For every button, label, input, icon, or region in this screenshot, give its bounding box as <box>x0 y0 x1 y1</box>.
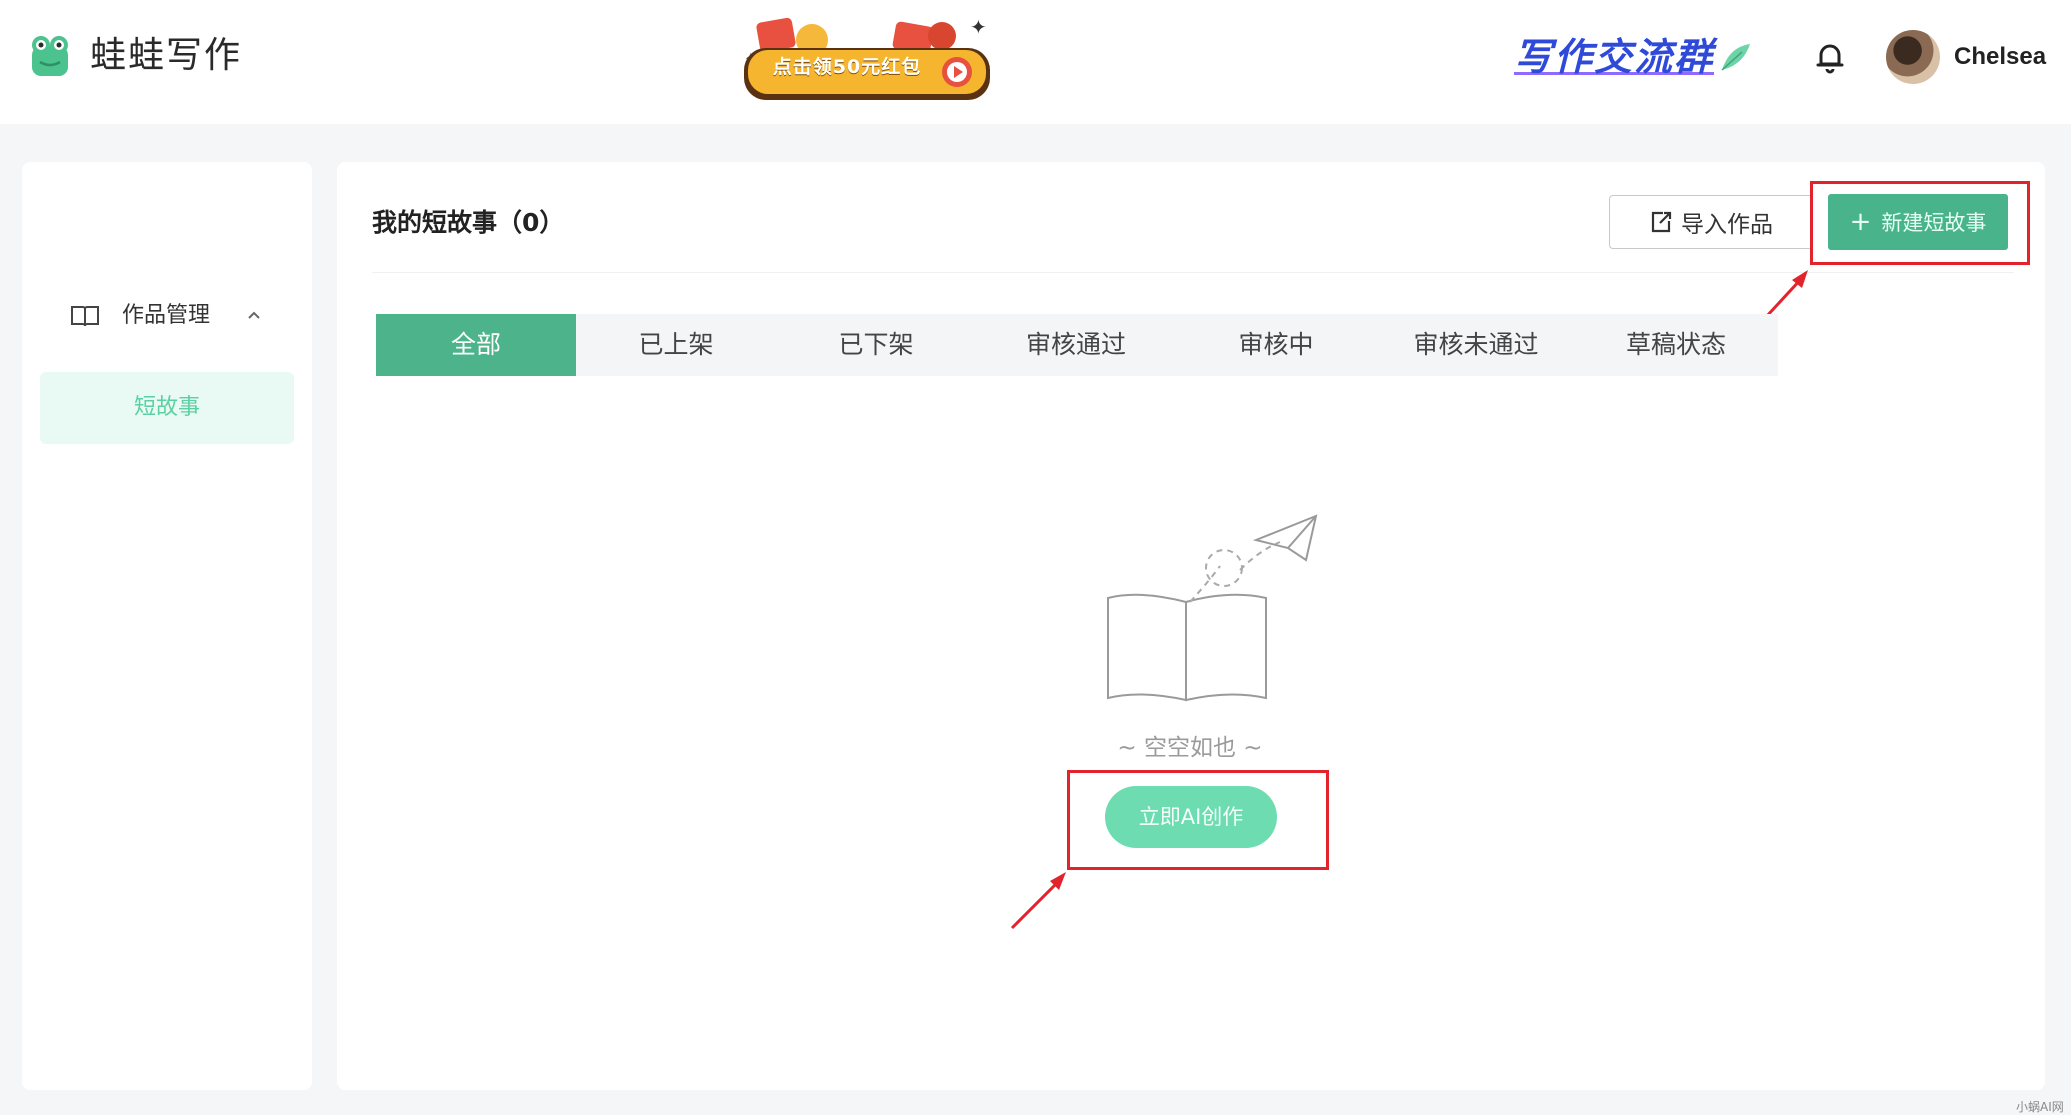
red-arrow-annotation <box>1010 872 1066 930</box>
import-button-label: 导入作品 <box>1681 212 1773 238</box>
bell-icon[interactable] <box>1815 40 1845 74</box>
sidebar-group-works-management[interactable]: 作品管理 <box>70 298 270 334</box>
status-tabs: 全部 已上架 已下架 审核通过 审核中 审核未通过 草稿状态 <box>376 314 1778 376</box>
red-packet-banner[interactable]: ✦ ✦ 点击领50元红包 <box>742 14 994 104</box>
book-icon <box>71 306 99 327</box>
tab-listed[interactable]: 已上架 <box>576 314 776 376</box>
page-title: 我的短故事（0） <box>372 208 565 237</box>
user-name[interactable]: Chelsea <box>1954 36 2046 78</box>
tab-draft[interactable]: 草稿状态 <box>1576 314 1776 376</box>
banner-text: 点击领50元红包 <box>772 56 922 78</box>
top-bar <box>0 0 2071 124</box>
tab-all[interactable]: 全部 <box>376 314 576 376</box>
empty-book-illustration-icon <box>1107 514 1318 702</box>
feather-icon <box>1721 44 1751 71</box>
tab-rejected[interactable]: 审核未通过 <box>1376 314 1576 376</box>
import-works-button[interactable]: 导入作品 <box>1609 195 1813 249</box>
tab-approved[interactable]: 审核通过 <box>976 314 1176 376</box>
tab-delisted[interactable]: 已下架 <box>776 314 976 376</box>
brand-name: 蛙蛙写作 <box>90 35 243 76</box>
highlight-box-ai-button <box>1067 770 1329 870</box>
sidebar-item-short-stories[interactable]: 短故事 <box>40 372 294 444</box>
chevron-up-icon <box>248 311 260 319</box>
avatar[interactable] <box>1886 30 1940 84</box>
empty-state-text: ~ 空空如也 ~ <box>1117 735 1263 761</box>
sidebar-group-label: 作品管理 <box>122 303 211 328</box>
community-link-text: 写作交流群 <box>1514 35 1715 79</box>
tab-under-review[interactable]: 审核中 <box>1176 314 1376 376</box>
svg-text:✦: ✦ <box>970 15 987 39</box>
import-icon <box>1651 211 1672 233</box>
community-group-link[interactable]: 写作交流群 <box>1514 30 1751 84</box>
highlight-box-new-button <box>1810 181 2030 265</box>
frog-logo-icon[interactable] <box>28 32 72 80</box>
watermark: 小蜗AI网 <box>2016 1100 2064 1114</box>
